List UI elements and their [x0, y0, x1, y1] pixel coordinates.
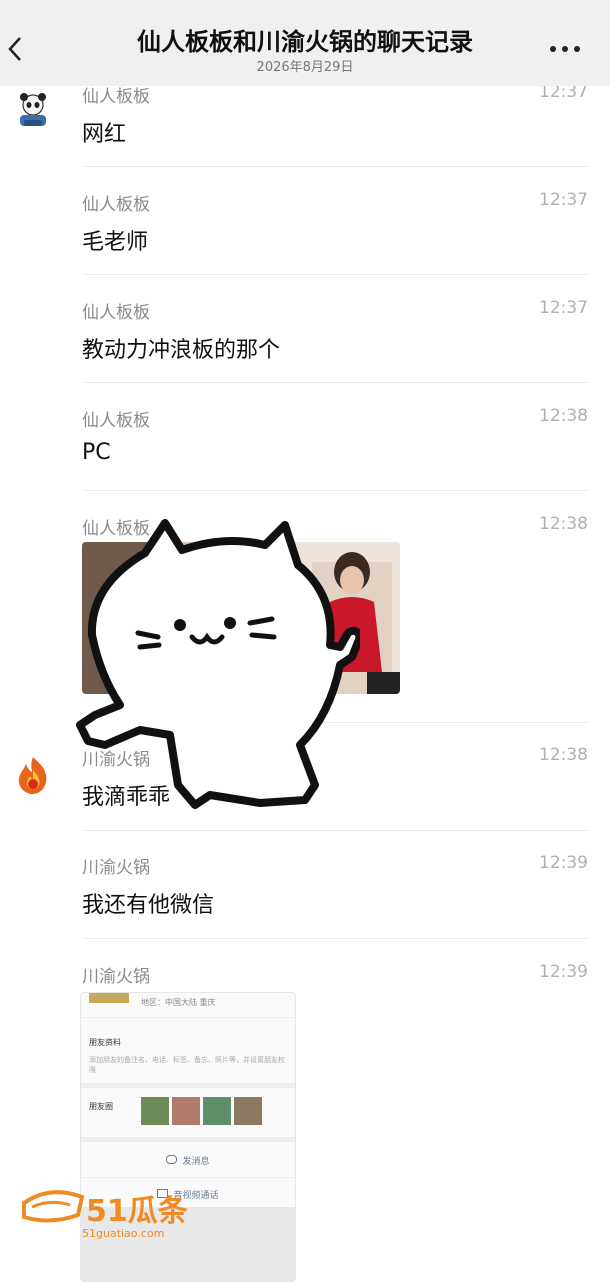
sender-name: 仙人板板: [82, 195, 150, 215]
divider: [82, 938, 590, 939]
more-dots-icon: [562, 46, 568, 52]
moments-label: 朋友圈: [89, 1102, 113, 1111]
profile-thumb: [89, 993, 129, 1003]
more-dots-icon: [574, 46, 580, 52]
divider: [81, 1137, 295, 1142]
back-button[interactable]: [4, 24, 34, 74]
message-text: 教动力冲浪板的那个: [82, 338, 281, 363]
message-text: 网红: [82, 122, 127, 147]
friend-info-desc: 添加朋友的备注名、电话、标签、备忘、照片等，并设置朋友权限: [89, 1056, 285, 1074]
message-time: 12:38: [539, 514, 588, 534]
watermark-url: 51guatiao.com: [82, 1227, 164, 1240]
message-time: 12:38: [539, 745, 588, 765]
site-watermark: 51瓜条 51guatiao.com: [20, 1183, 220, 1243]
divider: [81, 1177, 295, 1178]
sender-name: 川渝火锅: [82, 858, 150, 878]
message-time: 12:39: [539, 853, 588, 873]
divider: [82, 490, 590, 491]
message-text: 毛老师: [82, 230, 149, 255]
message-time: 12:37: [539, 298, 588, 318]
back-arrow-icon: [8, 37, 21, 61]
message-item[interactable]: 仙人板板 12:37 网红: [0, 86, 610, 190]
sender-name: 川渝火锅: [82, 967, 150, 987]
moment-thumb: [141, 1097, 169, 1125]
message-time: 12:37: [539, 190, 588, 210]
message-time: 12:39: [539, 962, 588, 982]
message-text: 我还有他微信: [82, 893, 215, 918]
divider: [81, 1017, 295, 1018]
watermark-logo-icon: 51瓜条 51guatiao.com: [22, 1190, 188, 1240]
message-time: 12:38: [539, 406, 588, 426]
message-text: PC: [82, 440, 111, 465]
send-message-button[interactable]: 发消息: [81, 1145, 295, 1175]
page-title: 仙人板板和川渝火锅的聊天记录: [137, 28, 473, 56]
message-icon: [166, 1155, 178, 1164]
friend-info-label: 朋友资料: [89, 1038, 121, 1047]
divider: [81, 1083, 295, 1088]
chat-header: 仙人板板和川渝火锅的聊天记录 2026年8月29日: [0, 0, 610, 86]
moment-thumb: [172, 1097, 200, 1125]
message-item[interactable]: 川渝火锅 12:39 我还有他微信: [0, 853, 610, 961]
more-dots-icon: [550, 46, 556, 52]
divider: [82, 830, 590, 831]
message-item[interactable]: 仙人板板 12:37 毛老师: [0, 190, 610, 298]
cat-sticker-image: [76, 519, 360, 809]
message-item[interactable]: 仙人板板 12:37 教动力冲浪板的那个: [0, 298, 610, 406]
sender-name: 仙人板板: [82, 87, 150, 107]
message-item[interactable]: 仙人板板 12:38 PC: [0, 406, 610, 514]
sender-name: 仙人板板: [82, 303, 150, 323]
more-button[interactable]: [548, 30, 592, 66]
moment-thumb: [203, 1097, 231, 1125]
sender-name: 仙人板板: [82, 411, 150, 431]
divider: [82, 274, 590, 275]
watermark-brand: 51瓜条: [86, 1194, 188, 1229]
region-text: 地区：中国大陆 重庆: [141, 998, 216, 1007]
moment-thumb: [234, 1097, 262, 1125]
divider: [82, 166, 590, 167]
chat-date: 2026年8月29日: [256, 60, 354, 75]
divider: [82, 382, 590, 383]
message-time: 12:37: [539, 86, 588, 102]
